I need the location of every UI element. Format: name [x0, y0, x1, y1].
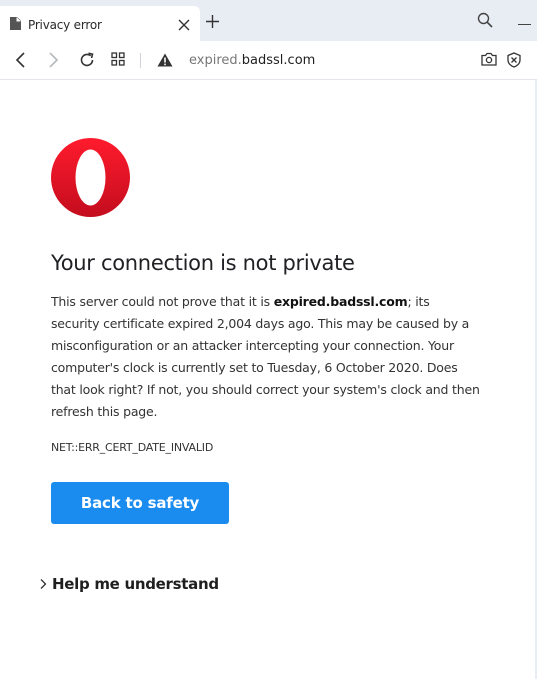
page-icon	[10, 17, 21, 35]
opera-logo-icon	[50, 137, 131, 223]
details-toggle[interactable]: Help me understand	[36, 575, 219, 593]
minimize-button[interactable]	[518, 24, 531, 25]
address-toolbar: expired.badssl.com	[0, 41, 537, 80]
back-icon[interactable]	[14, 52, 28, 73]
new-tab-button[interactable]	[206, 15, 219, 33]
page-title: Your connection is not private	[51, 251, 355, 275]
explanation-domain: expired.badssl.com	[273, 294, 408, 309]
reload-icon[interactable]	[79, 52, 95, 73]
chevron-right-icon	[36, 577, 50, 591]
explanation-details: ; its security certificate expired 2,004…	[51, 294, 480, 419]
search-tabs-icon[interactable]	[477, 12, 493, 33]
close-icon[interactable]	[178, 18, 190, 36]
url-host: badssl.com	[241, 53, 316, 68]
camera-icon[interactable]	[481, 52, 497, 71]
back-to-safety-button[interactable]: Back to safety	[51, 482, 229, 524]
interstitial-page: Your connection is not private This serv…	[0, 80, 537, 679]
forward-icon[interactable]	[46, 52, 60, 73]
details-button-label: Help me understand	[52, 575, 219, 593]
speed-dial-icon[interactable]	[111, 52, 125, 71]
error-explanation: This server could not prove that it is e…	[51, 291, 481, 423]
error-code: NET::ERR_CERT_DATE_INVALID	[51, 441, 214, 454]
warning-icon[interactable]	[157, 53, 173, 72]
tab-title: Privacy error	[28, 18, 102, 32]
tab-strip: Privacy error	[0, 0, 537, 41]
url-prefix: expired.	[189, 53, 242, 68]
tab-privacy-error[interactable]: Privacy error	[0, 6, 200, 41]
address-bar-url[interactable]: expired.badssl.com	[189, 53, 315, 68]
toolbar-divider	[140, 53, 141, 68]
shield-icon[interactable]	[507, 52, 521, 73]
explanation-intro: This server could not prove that it is	[51, 294, 274, 309]
